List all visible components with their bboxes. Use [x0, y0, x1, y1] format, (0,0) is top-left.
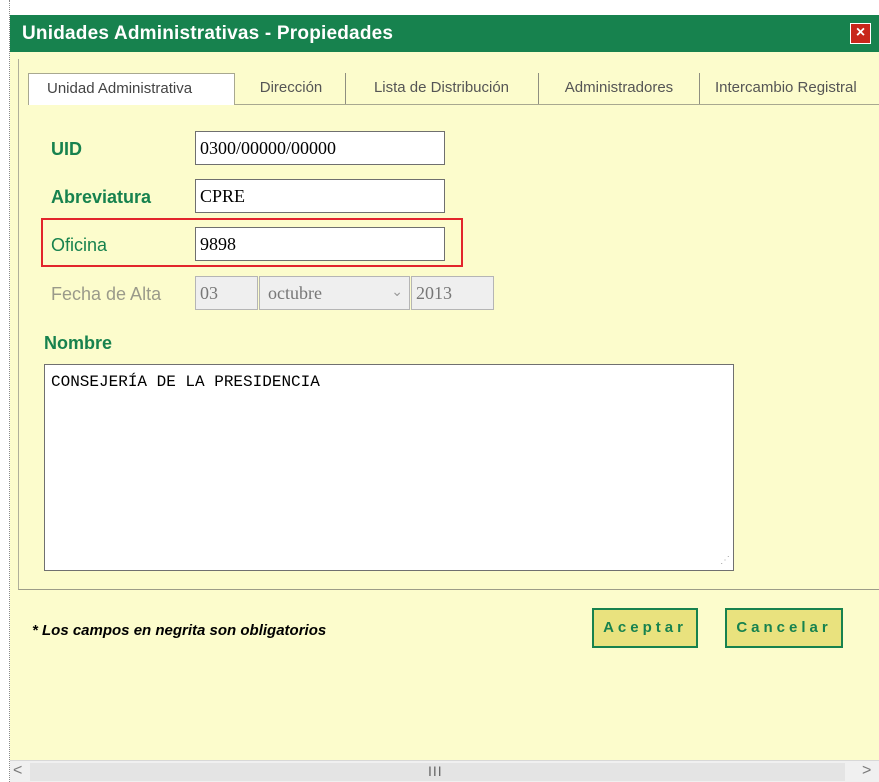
close-icon[interactable]: ×	[850, 23, 871, 44]
uid-input[interactable]: 0300/00000/00000	[195, 131, 445, 165]
tab-administradores[interactable]: Administradores	[538, 73, 699, 104]
abreviatura-input[interactable]: CPRE	[195, 179, 445, 213]
tab-direccion[interactable]: Dirección	[242, 73, 340, 104]
oficina-label: Oficina	[51, 235, 108, 255]
horizontal-scrollbar[interactable]: < III >	[10, 760, 879, 782]
oficina-input[interactable]: 9898	[195, 227, 445, 261]
tab-intercambio-registral[interactable]: Intercambio Registral	[699, 73, 879, 104]
fecha-alta-label: Fecha de Alta	[51, 284, 162, 304]
required-fields-note: * Los campos en negrita son obligatorios	[32, 622, 327, 639]
tab-unidad-administrativa[interactable]: Unidad Administrativa	[28, 73, 235, 105]
abreviatura-label: Abreviatura	[51, 187, 152, 207]
cancelar-button[interactable]: Cancelar	[725, 608, 843, 648]
tab-lista-distribucion[interactable]: Lista de Distribución	[345, 73, 537, 104]
scroll-thumb-grip-icon[interactable]: III	[428, 763, 443, 779]
resize-grip-icon[interactable]: ⋰	[720, 555, 730, 567]
fecha-day-input[interactable]: 03	[195, 276, 258, 310]
dialog-titlebar: Unidades Administrativas - Propiedades ×	[10, 15, 879, 52]
nombre-textarea[interactable]: CONSEJERÍA DE LA PRESIDENCIA ⋰	[44, 364, 734, 571]
page-left-edge	[0, 0, 10, 782]
fecha-month-select[interactable]: octubre ⌄	[259, 276, 410, 310]
chevron-down-icon: ⌄	[391, 285, 403, 300]
dialog-title: Unidades Administrativas - Propiedades	[22, 23, 394, 44]
aceptar-button[interactable]: Aceptar	[592, 608, 698, 648]
tab-strip: Unidad Administrativa Dirección Lista de…	[28, 73, 879, 105]
nombre-label: Nombre	[44, 333, 113, 353]
nombre-value: CONSEJERÍA DE LA PRESIDENCIA	[51, 373, 320, 391]
fecha-month-value: octubre	[268, 283, 322, 303]
scroll-left-icon[interactable]: <	[13, 762, 22, 780]
fecha-year-input[interactable]: 2013	[411, 276, 494, 310]
uid-label: UID	[51, 139, 82, 159]
scroll-right-icon[interactable]: >	[862, 762, 871, 780]
